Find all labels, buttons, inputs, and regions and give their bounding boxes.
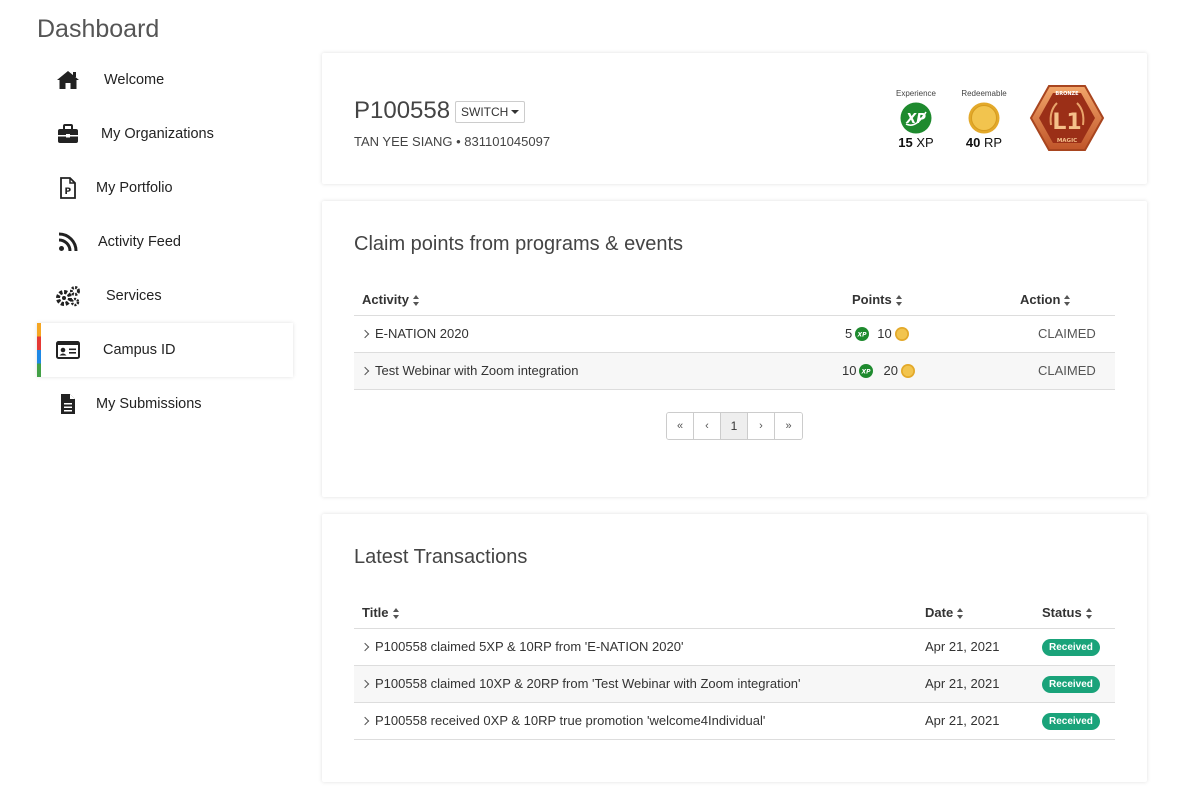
status-cell: Received [1034,628,1115,666]
xp-icon: XP [855,326,870,341]
sort-icon [412,294,420,306]
level-badge: BRONZE L1 MAGIC [1029,83,1105,153]
experience-stat: Experience XP 15 XP [886,89,946,150]
claim-points-card: Claim points from programs & events Acti… [322,201,1147,497]
sidebar-item-activity-feed[interactable]: Activity Feed [37,215,293,269]
action-column-header[interactable]: Action [984,284,1115,316]
experience-label: Experience [895,89,937,98]
coin-icon [900,363,915,378]
coin-icon [894,326,909,341]
table-row[interactable]: P100558 claimed 10XP & 20RP from 'Test W… [354,665,1115,703]
table-row[interactable]: P100558 claimed 5XP & 10RP from 'E-NATIO… [354,628,1115,666]
svg-text:P: P [65,187,72,197]
status-badge: Received [1042,638,1100,656]
claim-table: Activity Points Action E-NATION 2020 5 X… [354,284,1115,390]
sidebar-title: Dashboard [37,15,160,43]
active-indicator [37,323,41,377]
svg-text:L1: L1 [1052,110,1081,135]
profile-id: P100558 [354,97,451,124]
sort-icon [957,607,964,619]
sidebar-item-portfolio[interactable]: P My Portfolio [37,161,293,215]
xp-icon: XP [859,363,874,378]
coin-icon [968,102,1000,134]
first-page-button[interactable]: « [667,413,694,439]
svg-text:MAGIC: MAGIC [1057,138,1077,144]
sidebar-nav: Welcome My Organizations P My Portfolio … [37,53,293,431]
status-badge: Received [1042,675,1100,693]
page-1-button[interactable]: 1 [721,413,748,439]
profile-card: P100558 SWITCH TAN YEE SIANG • 831101045… [322,53,1147,184]
chevron-right-icon[interactable] [360,366,370,376]
transactions-table: Title Date Status P100558 claimed 5XP & … [354,597,1115,740]
sidebar-item-welcome[interactable]: Welcome [37,53,293,107]
chevron-right-icon[interactable] [360,716,370,726]
date-cell: Apr 21, 2021 [917,665,1034,703]
pagination: « ‹ 1 › » [666,412,803,440]
sidebar-item-label: My Submissions [96,396,202,412]
action-cell: CLAIMED [984,352,1115,390]
table-row[interactable]: Test Webinar with Zoom integration 10 XP… [354,352,1115,390]
sidebar-item-label: Services [106,288,162,304]
date-cell: Apr 21, 2021 [917,628,1034,666]
id-card-icon [55,337,81,363]
sort-icon [1064,294,1071,306]
points-column-header[interactable]: Points [834,284,984,316]
caret-down-icon [511,110,520,114]
sort-icon [392,607,400,619]
sidebar-item-campus-id[interactable]: Campus ID [37,323,293,377]
rss-feed-icon [55,229,81,255]
sidebar-item-label: Welcome [104,72,165,88]
last-page-button[interactable]: » [775,413,802,439]
home-icon [55,67,81,93]
prev-page-button[interactable]: ‹ [694,413,721,439]
date-column-header[interactable]: Date [917,597,1034,629]
status-column-header[interactable]: Status [1034,597,1115,629]
sidebar-item-label: My Portfolio [96,180,173,196]
briefcase-icon [55,121,81,147]
switch-label: SWITCH [461,105,509,119]
xp-icon: XP [900,102,932,134]
redeemable-value: 40 RP [965,135,1003,150]
status-cell: Received [1034,702,1115,740]
sidebar-item-label: Campus ID [103,342,176,358]
date-cell: Apr 21, 2021 [917,702,1034,740]
chevron-right-icon[interactable] [360,329,370,339]
points-cell: 5 XP 10 [834,315,984,353]
redeemable-label: Redeemable [961,89,1007,98]
sidebar-item-label: Activity Feed [98,234,181,250]
sort-icon [895,294,903,306]
status-badge: Received [1042,712,1100,730]
redeemable-stat: Redeemable 40 RP [954,89,1014,150]
sidebar-item-label: My Organizations [101,126,214,142]
transactions-title: Latest Transactions [354,546,528,568]
chevron-right-icon[interactable] [360,679,370,689]
gears-icon [55,283,81,309]
sort-icon [1085,607,1093,619]
claim-title: Claim points from programs & events [354,233,684,255]
sidebar-item-services[interactable]: Services [37,269,293,323]
svg-text:BRONZE: BRONZE [1055,91,1079,97]
chevron-right-icon[interactable] [360,642,370,652]
points-cell: 10 XP 20 [834,352,984,390]
file-text-icon [55,391,81,417]
portfolio-document-icon: P [55,175,81,201]
title-column-header[interactable]: Title [354,597,917,629]
experience-value: 15 XP [898,135,934,150]
table-row[interactable]: E-NATION 2020 5 XP 10 CLAIMED [354,315,1115,353]
table-row[interactable]: P100558 received 0XP & 10RP true promoti… [354,702,1115,740]
switch-button[interactable]: SWITCH [455,101,526,123]
profile-subline: TAN YEE SIANG • 831101045097 [354,134,551,149]
status-cell: Received [1034,665,1115,703]
sidebar-item-organizations[interactable]: My Organizations [37,107,293,161]
activity-column-header[interactable]: Activity [354,284,834,316]
transactions-card: Latest Transactions Title Date Status P1… [322,514,1147,782]
next-page-button[interactable]: › [748,413,775,439]
sidebar-item-submissions[interactable]: My Submissions [37,377,293,431]
action-cell: CLAIMED [984,315,1115,353]
svg-text:XP: XP [861,368,872,375]
svg-text:XP: XP [857,331,868,338]
